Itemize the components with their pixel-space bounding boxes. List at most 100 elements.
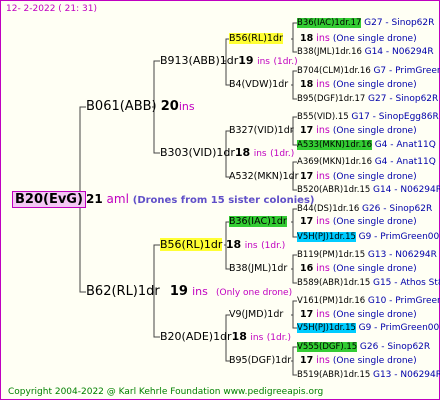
gen4-node[interactable]: B44(DS)1dr.16 G26 - Sinop62R bbox=[297, 202, 432, 216]
gen4-node[interactable]: V161(PM)1dr.16 G10 - PrimGreen00 bbox=[297, 294, 440, 308]
gen4-name: V555(DGF).15 bbox=[297, 342, 358, 352]
gen3-node[interactable]: V9(JMD)1dr bbox=[229, 308, 283, 322]
gen1-num: 20 bbox=[160, 99, 179, 114]
gen4-node[interactable]: B589(ABR)1dr.15 G15 - Athos St80R bbox=[297, 276, 440, 290]
gen3-name: B56(RL)1dr bbox=[229, 33, 283, 44]
gen4-node[interactable]: B704(CLM)1dr.16 G7 - PrimGreen00 bbox=[297, 64, 440, 78]
gen4-node[interactable]: V555(DGF).15 G26 - Sinop62R bbox=[297, 340, 430, 354]
gen4-loc: G13 - N06294R bbox=[372, 370, 440, 380]
gen4-loc: G14 - N06294R bbox=[372, 185, 440, 195]
gen3-name: B36(IAC)1dr bbox=[229, 216, 287, 227]
gen2-num: 18 bbox=[234, 146, 251, 159]
gen4-name: B95(DGF)1dr.17 bbox=[297, 94, 366, 104]
gen2-node[interactable]: B303(VID)1dr18 ins (1dr.) bbox=[160, 146, 294, 161]
gen3-note: (One single drone) bbox=[332, 217, 417, 227]
gen4-node[interactable]: B95(DGF)1dr.17 G27 - Sinop62R bbox=[297, 92, 438, 106]
gen4-node[interactable]: B520(ABR)1dr.15 G14 - N06294R bbox=[297, 183, 440, 197]
gen2-note: (1dr.) bbox=[261, 241, 286, 251]
gen2-ins: ins bbox=[257, 57, 270, 67]
gen3-num: 16 bbox=[300, 263, 314, 274]
gen1-name: B061(ABB) bbox=[86, 99, 157, 114]
root-ins: aml bbox=[106, 192, 129, 206]
gen4-node[interactable]: B38(JML)1dr.16 G14 - N06294R bbox=[297, 45, 434, 59]
gen3-node[interactable]: B38(JML)1dr bbox=[229, 262, 287, 276]
gen3-num: 17 bbox=[300, 355, 314, 366]
gen4-node[interactable]: B36(IAC)1dr.17 G27 - Sinop62R bbox=[297, 16, 434, 30]
gen4-name: V5H(PJ)1dr.15 bbox=[297, 323, 356, 333]
gen1-node[interactable]: B62(RL)1dr 19 ins (Only one drone) bbox=[86, 285, 292, 300]
gen2-note: (1dr.) bbox=[273, 57, 298, 67]
copyright-footer: Copyright 2004-2022 @ Karl Kehrle Founda… bbox=[8, 387, 324, 397]
gen3-node[interactable]: B95(DGF)1dr bbox=[229, 354, 291, 368]
gen4-name: A369(MKN)1dr.16 bbox=[297, 157, 372, 167]
gen4-loc: G14 - N06294R bbox=[364, 47, 434, 57]
gen4-node[interactable]: B55(VID).15 G17 - SinopEgg86R bbox=[297, 110, 439, 124]
gen2-ins: ins bbox=[253, 149, 267, 159]
gen2-num: 19 bbox=[238, 54, 254, 67]
gen2-node[interactable]: B913(ABB)1dr19 ins (1dr.) bbox=[160, 54, 298, 69]
gen3-ins: ins bbox=[316, 33, 330, 44]
gen2-node[interactable]: B20(ADE)1dr18 ins (1dr.) bbox=[160, 330, 291, 345]
gen4-name: B38(JML)1dr.16 bbox=[297, 47, 362, 57]
gen2-num: 18 bbox=[225, 238, 242, 251]
gen3-node[interactable]: A532(MKN)1dr bbox=[229, 170, 299, 184]
gen4-loc: G26 - Sinop62R bbox=[359, 342, 431, 352]
gen3-node[interactable]: B36(IAC)1dr bbox=[229, 215, 287, 229]
gen2-name: B56(RL)1dr bbox=[160, 238, 223, 251]
gen1-ins: ins bbox=[192, 285, 208, 298]
gen3-node[interactable]: B4(VDW)1dr bbox=[229, 78, 288, 92]
gen4-name: A533(MKN)1dr.16 bbox=[297, 140, 372, 150]
gen3-detail: 16 ins (One single drone) bbox=[300, 262, 417, 276]
gen3-name: B327(VID)1dr bbox=[229, 125, 294, 136]
gen3-name: V9(JMD)1dr bbox=[229, 309, 284, 320]
gen3-note: (One single drone) bbox=[332, 356, 417, 366]
gen3-detail: 17 ins (One single drone) bbox=[300, 354, 417, 368]
gen2-name: B20(ADE)1dr bbox=[160, 330, 232, 343]
gen3-node[interactable]: B327(VID)1dr bbox=[229, 124, 294, 138]
gen4-node[interactable]: B119(PM)1dr.15 G13 - N06294R bbox=[297, 248, 437, 262]
gen3-num: 17 bbox=[300, 309, 314, 320]
gen4-node[interactable]: A533(MKN)1dr.16 G4 - Anat11Q bbox=[297, 138, 436, 152]
gen3-num: 18 bbox=[300, 33, 314, 44]
timestamp: 12- 2-2022 ( 21: 31) bbox=[6, 4, 97, 14]
gen1-node[interactable]: B061(ABB) 20ins bbox=[86, 100, 195, 114]
gen2-note: (1dr.) bbox=[266, 333, 291, 343]
gen3-detail: 17 ins (One single drone) bbox=[300, 124, 417, 138]
gen3-ins: ins bbox=[316, 355, 330, 366]
gen3-name: B38(JML)1dr bbox=[229, 263, 288, 274]
gen4-loc: G10 - PrimGreen00 bbox=[367, 296, 440, 306]
gen4-node[interactable]: V5H(PJ)1dr.15 G9 - PrimGreen00 bbox=[297, 230, 439, 244]
gen4-node[interactable]: V5H(PJ)1dr.15 G9 - PrimGreen00 bbox=[297, 321, 439, 335]
gen3-detail: 17 ins (One single drone) bbox=[300, 215, 417, 229]
gen4-loc: G4 - Anat11Q bbox=[374, 157, 436, 167]
gen3-note: (One single drone) bbox=[332, 310, 417, 320]
gen4-name: B44(DS)1dr.16 bbox=[297, 204, 360, 214]
gen3-detail: 17 ins (One single drone) bbox=[300, 170, 417, 184]
gen4-loc: G15 - Athos St80R bbox=[372, 278, 440, 288]
gen2-note: (1dr.) bbox=[270, 149, 295, 159]
gen4-loc: G13 - N06294R bbox=[367, 250, 437, 260]
gen3-ins: ins bbox=[316, 79, 330, 90]
gen4-node[interactable]: A369(MKN)1dr.16 G4 - Anat11Q bbox=[297, 155, 436, 169]
gen4-loc: G17 - SinopEgg86R bbox=[351, 112, 439, 122]
gen4-loc: G27 - Sinop62R bbox=[364, 18, 435, 28]
root-queen[interactable]: B20(EvG) bbox=[12, 191, 86, 208]
root-queen-name: B20(EvG) bbox=[12, 191, 86, 208]
gen3-num: 17 bbox=[300, 216, 314, 227]
gen3-name: B95(DGF)1dr bbox=[229, 355, 292, 366]
gen3-ins: ins bbox=[316, 263, 330, 274]
gen4-name: V161(PM)1dr.16 bbox=[297, 296, 366, 306]
root-info: 21 aml (Drones from 15 sister colonies) bbox=[86, 192, 314, 208]
gen3-detail: 17 ins (One single drone) bbox=[300, 308, 417, 322]
gen3-detail: 18 ins (One single drone) bbox=[300, 32, 417, 46]
gen4-loc: G7 - PrimGreen00 bbox=[373, 66, 440, 76]
gen4-loc: G27 - Sinop62R bbox=[368, 94, 439, 104]
gen4-node[interactable]: B519(ABR)1dr.15 G13 - N06294R bbox=[297, 368, 440, 382]
gen3-num: 17 bbox=[300, 171, 314, 182]
gen4-name: B589(ABR)1dr.15 bbox=[297, 278, 371, 288]
gen2-name: B303(VID)1dr bbox=[160, 146, 235, 159]
gen3-name: B4(VDW)1dr bbox=[229, 79, 289, 90]
gen3-ins: ins bbox=[316, 171, 330, 182]
gen3-node[interactable]: B56(RL)1dr bbox=[229, 32, 283, 46]
gen2-node[interactable]: B56(RL)1dr 18 ins (1dr.) bbox=[160, 238, 285, 253]
